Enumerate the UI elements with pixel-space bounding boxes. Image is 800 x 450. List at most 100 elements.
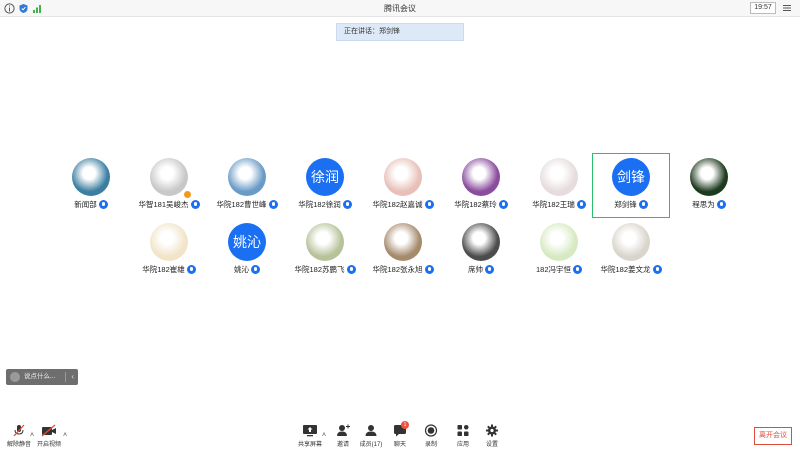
participant-tile[interactable]: 徐润华院182徐润 [286, 157, 364, 217]
chat-quick-input[interactable]: 说点什么... ‹ [6, 369, 78, 385]
participant-name-row: 华院182苏鹏飞 [286, 264, 364, 275]
share-screen-icon [303, 425, 317, 437]
avatar-photo [306, 223, 344, 261]
record-label: 录制 [424, 442, 437, 448]
mic-icon [268, 200, 278, 209]
participant-name-row: 新闻部 [52, 199, 130, 210]
participant-name: 程思为 [692, 200, 715, 209]
avatar-photo [384, 158, 422, 196]
settings-button[interactable]: 设置 [475, 424, 509, 448]
participant-name: 华院182赵嘉诚 [372, 200, 423, 209]
avatar-photo [150, 158, 188, 196]
record-icon [424, 424, 438, 437]
start-video-button[interactable]: 开启视频 [32, 424, 66, 448]
avatar-photo [540, 223, 578, 261]
participant-tile[interactable]: 华院182赵嘉诚 [364, 157, 442, 217]
settings-label: 设置 [485, 442, 498, 448]
participant-name-row: 华院182赵嘉诚 [364, 199, 442, 210]
participant-name: 华院182王瑞 [532, 200, 575, 209]
menu-icon[interactable] [782, 3, 792, 13]
avatar-photo [228, 158, 266, 196]
participant-name-row: 郑剑锋 [592, 199, 670, 210]
avatar-photo [690, 158, 728, 196]
participant-tile[interactable]: 程思为 [670, 157, 748, 217]
participant-name-row: 席帅 [442, 264, 520, 275]
avatar-photo [384, 223, 422, 261]
share-label: 共享屏幕 [297, 442, 322, 448]
participant-name: 新闻部 [74, 200, 97, 209]
avatar-photo [462, 223, 500, 261]
avatar-initials: 剑锋 [612, 158, 650, 196]
avatar-photo [462, 158, 500, 196]
participant-name: 姚沁 [234, 265, 249, 274]
participant-tile[interactable]: 华院182姜文龙 [592, 222, 670, 282]
record-button[interactable]: 录制 [414, 424, 448, 448]
camera-off-icon [41, 424, 56, 437]
video-options-chevron-icon[interactable]: ˄ [63, 432, 67, 439]
mic-icon [342, 200, 352, 209]
avatar-photo [72, 158, 110, 196]
divider [65, 372, 66, 382]
participant-name: 华院182曹世峰 [216, 200, 267, 209]
participant-name-row: 华智181吴峻杰 [130, 199, 208, 210]
mic-icon [573, 265, 582, 274]
participant-tile[interactable]: 华智181吴峻杰 [130, 157, 208, 217]
participant-name-row: 程思为 [670, 199, 748, 210]
participant-name: 华院182徐润 [298, 200, 341, 209]
chat-unread-badge: 1 [401, 421, 409, 429]
chevron-left-icon[interactable]: ‹ [71, 369, 74, 385]
participant-tile[interactable]: 华院182曹世峰 [208, 157, 286, 217]
participant-tile[interactable]: 182冯宇恒 [520, 222, 598, 282]
chat-placeholder: 说点什么... [24, 373, 56, 380]
speaking-indicator: 正在讲话：郑剑锋 [336, 23, 464, 41]
mic-icon [576, 200, 586, 209]
participant-name: 华院182崔雄 [142, 265, 185, 274]
gear-icon [486, 424, 498, 437]
emoji-icon [10, 372, 20, 382]
participant-tile[interactable]: 华院182王瑞 [520, 157, 598, 217]
chat-button[interactable]: 1 聊天 [383, 421, 417, 448]
participant-tile[interactable]: 新闻部 [52, 157, 130, 217]
avatar-initials: 姚沁 [228, 223, 266, 261]
mic-icon [186, 265, 196, 274]
avatar-photo [540, 158, 578, 196]
participant-name: 华院182苏鹏飞 [294, 265, 345, 274]
mic-icon [652, 265, 662, 274]
participant-name-row: 华院182蔡玲 [442, 199, 520, 210]
mic-muted-icon [13, 424, 25, 437]
participant-name: 席帅 [468, 265, 483, 274]
avatar-initials: 徐润 [306, 158, 344, 196]
participant-name: 郑剑锋 [614, 200, 637, 209]
participant-name-row: 华院182张永旭 [364, 264, 442, 275]
mic-icon [485, 265, 494, 274]
participant-tile[interactable]: 华院182崔雄 [130, 222, 208, 282]
apps-grid-icon [457, 425, 469, 436]
mic-icon [424, 200, 434, 209]
participant-tile[interactable]: 姚沁 姚沁 [208, 222, 286, 282]
person-icon [365, 425, 377, 436]
participant-tile[interactable]: 剑锋 郑剑锋 [592, 157, 670, 217]
participant-name: 华院182姜文龙 [600, 265, 651, 274]
mic-icon [346, 265, 356, 274]
leave-meeting-button[interactable]: 离开会议 [754, 427, 792, 445]
participant-name-row: 华院182王瑞 [520, 199, 598, 210]
participant-name: 华院182蔡玲 [454, 200, 497, 209]
mic-icon [424, 265, 434, 274]
participant-tile[interactable]: 华院182张永旭 [364, 222, 442, 282]
host-badge-icon [184, 191, 191, 198]
video-label: 开启视频 [36, 442, 61, 448]
avatar-photo [150, 223, 188, 261]
mic-icon [716, 200, 726, 209]
participant-name-row: 姚沁 [208, 264, 286, 275]
participant-tile[interactable]: 席帅 [442, 222, 520, 282]
participant-tile[interactable]: 华院182苏鹏飞 [286, 222, 364, 282]
mic-icon [98, 200, 108, 209]
participant-tile[interactable]: 华院182蔡玲 [442, 157, 520, 217]
participant-name: 182冯宇恒 [535, 265, 571, 274]
mic-icon [190, 200, 200, 209]
unmute-label: 解除静音 [6, 442, 31, 448]
participant-name: 华智181吴峻杰 [138, 200, 189, 209]
mic-icon [638, 200, 648, 209]
mic-icon [251, 265, 260, 274]
participant-name-row: 华院182姜文龙 [592, 264, 670, 275]
